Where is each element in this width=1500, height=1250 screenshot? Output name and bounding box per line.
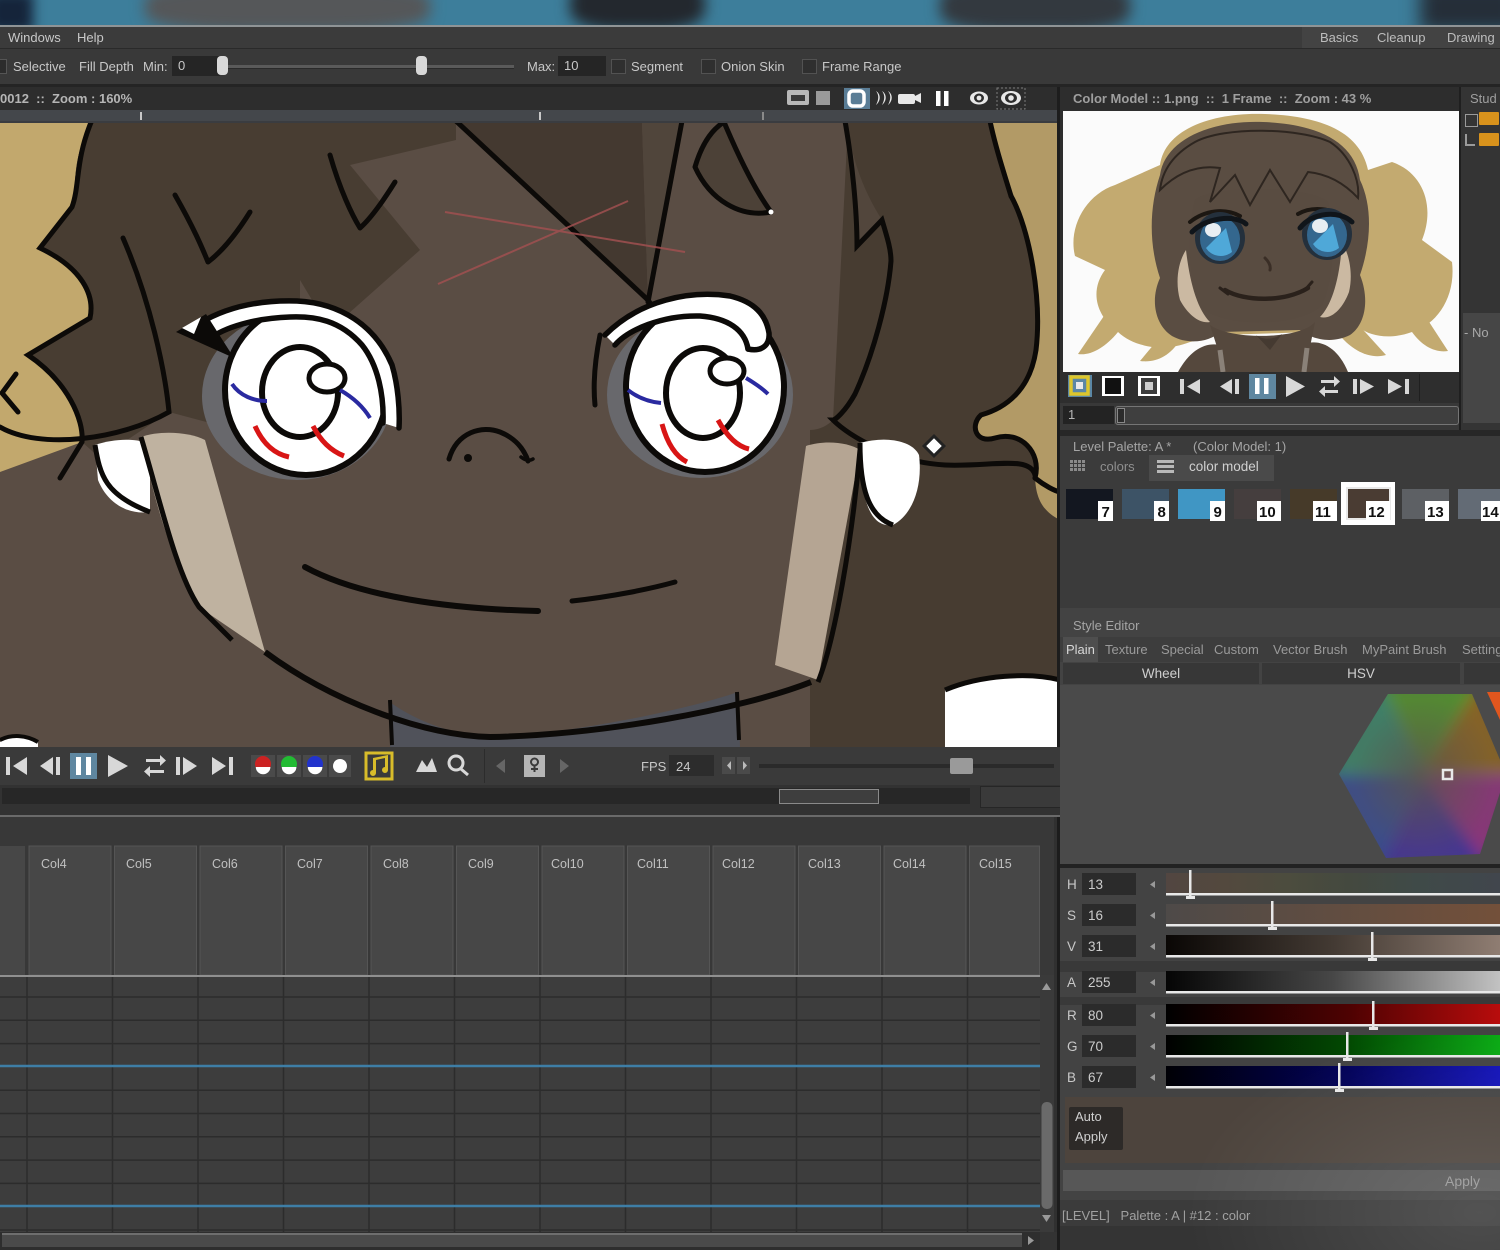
svg-text:Col10: Col10 (551, 857, 584, 871)
svg-text:11: 11 (1315, 504, 1331, 521)
svg-text:31: 31 (1088, 939, 1103, 954)
svg-text:9: 9 (1214, 504, 1222, 521)
svg-text:Col15: Col15 (979, 857, 1012, 871)
svg-text:Col6: Col6 (212, 857, 238, 871)
svg-text:10: 10 (1259, 504, 1276, 521)
svg-text:13: 13 (1427, 504, 1444, 521)
svg-text:colors: colors (1100, 459, 1135, 474)
svg-text:B: B (1067, 1070, 1076, 1085)
svg-text:70: 70 (1088, 1039, 1103, 1054)
svg-text:Col13: Col13 (808, 857, 841, 871)
svg-text:G: G (1067, 1039, 1078, 1054)
svg-text:FPS: FPS (641, 759, 667, 774)
svg-text:Col5: Col5 (126, 857, 152, 871)
svg-text:12: 12 (1368, 504, 1385, 521)
svg-text:A: A (1067, 975, 1076, 990)
svg-text:color model: color model (1189, 459, 1259, 474)
svg-text:80: 80 (1088, 1008, 1103, 1023)
svg-text:V: V (1067, 939, 1076, 954)
svg-text:13: 13 (1088, 877, 1103, 892)
svg-text:Col12: Col12 (722, 857, 755, 871)
svg-text:Col4: Col4 (41, 857, 67, 871)
svg-text:S: S (1067, 908, 1076, 923)
svg-text:Col8: Col8 (383, 857, 409, 871)
svg-text:Col9: Col9 (468, 857, 494, 871)
svg-text:255: 255 (1088, 975, 1111, 990)
svg-text:67: 67 (1088, 1070, 1103, 1085)
svg-text:8: 8 (1158, 504, 1166, 521)
svg-text:14: 14 (1482, 504, 1499, 521)
svg-text:H: H (1067, 877, 1077, 892)
svg-text:16: 16 (1088, 908, 1103, 923)
svg-text:24: 24 (676, 759, 690, 774)
svg-text:Col7: Col7 (297, 857, 323, 871)
svg-text:R: R (1067, 1008, 1077, 1023)
svg-text:Col14: Col14 (893, 857, 926, 871)
svg-text:Col11: Col11 (637, 857, 669, 871)
svg-text:7: 7 (1102, 504, 1110, 521)
